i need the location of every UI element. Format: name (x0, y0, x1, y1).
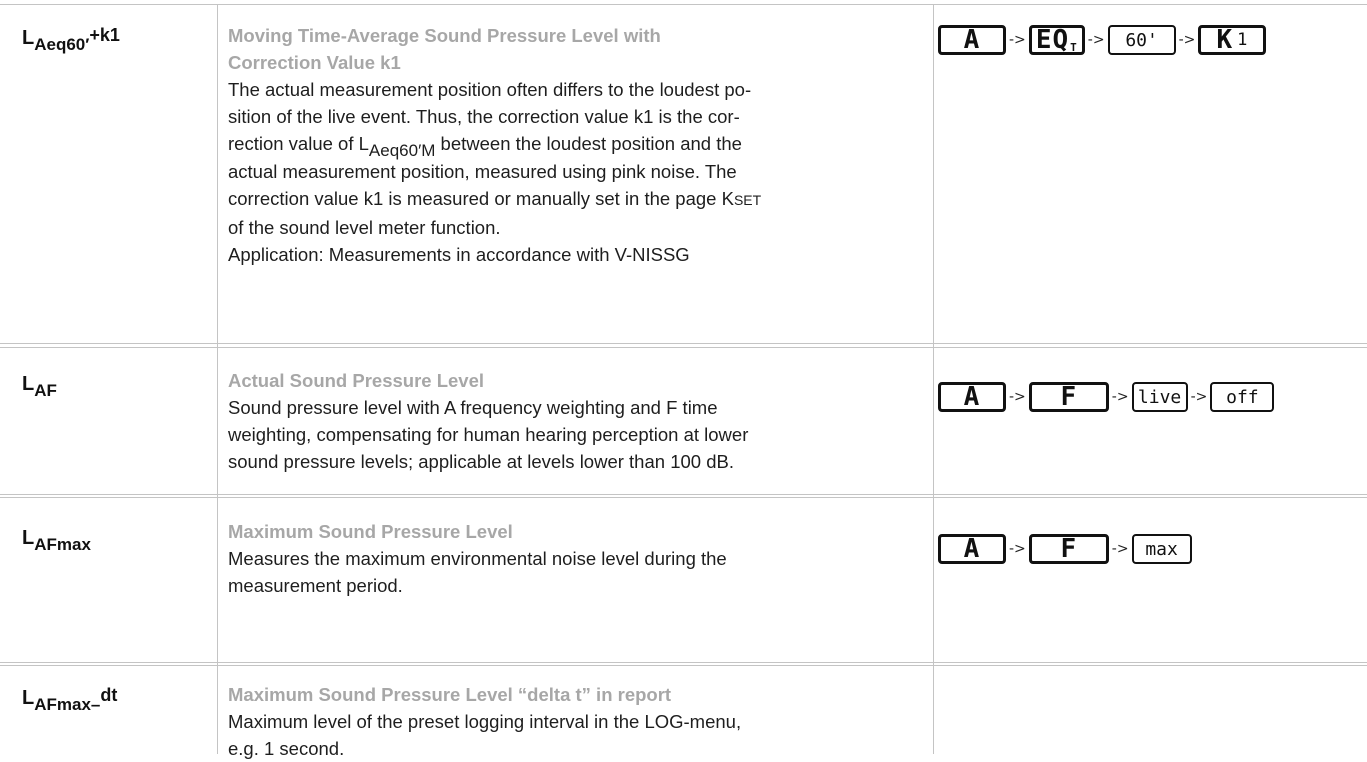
row-divider (0, 497, 1367, 498)
arrow-icon: -> (1111, 389, 1129, 405)
arrow-icon: -> (1009, 32, 1026, 48)
top-rule (0, 4, 1367, 5)
column-divider (217, 4, 218, 754)
description-title: Moving Time-Average Sound Pressure Level… (228, 25, 661, 73)
lcd-max-icon: max (1131, 534, 1192, 564)
description-laf: Actual Sound Pressure Level Sound pressu… (228, 367, 940, 475)
arrow-icon: -> (1009, 389, 1026, 405)
display-sequence: A -> EQ T -> 60' -> K1 (938, 25, 1267, 55)
description-laeq60-k1: Moving Time-Average Sound Pressure Level… (228, 22, 940, 268)
row-divider (0, 347, 1367, 348)
row-divider (0, 343, 1367, 344)
symbol-laf: LAF (22, 373, 57, 400)
display-sequence: A -> F -> max (938, 534, 1192, 564)
description-title: Maximum Sound Pressure Level “delta t” i… (228, 684, 672, 705)
lcd-live-icon: live (1131, 382, 1188, 412)
symbol-lafmax-dt: LAFmax–dt (22, 685, 118, 714)
row-divider (0, 494, 1367, 495)
row-divider (0, 665, 1367, 666)
description-body: The actual measurement position often di… (228, 79, 762, 265)
description-body: Sound pressure level with A frequency we… (228, 397, 749, 472)
lcd-eq-t-icon: EQ T (1028, 25, 1085, 55)
lcd-a-icon: A (938, 382, 1006, 412)
arrow-icon: -> (1111, 541, 1129, 557)
lcd-off-icon: off (1210, 382, 1275, 412)
arrow-icon: -> (1190, 389, 1208, 405)
description-title: Actual Sound Pressure Level (228, 370, 485, 391)
arrow-icon: -> (1087, 32, 1105, 48)
description-body: Measures the maximum environmental noise… (228, 548, 727, 596)
lcd-a-icon: A (938, 534, 1006, 564)
description-lafmax-dt: Maximum Sound Pressure Level “delta t” i… (228, 681, 940, 762)
lcd-60-icon: 60' (1107, 25, 1176, 55)
symbol-laeq60-k1: LAeq60′+k1 (22, 25, 120, 54)
lcd-a-icon: A (938, 25, 1006, 55)
arrow-icon: -> (1178, 32, 1196, 48)
row-divider (0, 662, 1367, 663)
arrow-icon: -> (1009, 541, 1026, 557)
symbol-lafmax: LAFmax (22, 527, 91, 554)
description-lafmax: Maximum Sound Pressure Level Measures th… (228, 518, 940, 599)
display-sequence: A -> F -> live -> off (938, 382, 1275, 412)
description-title: Maximum Sound Pressure Level (228, 521, 513, 542)
lcd-f-icon: F (1028, 534, 1109, 564)
lcd-f-icon: F (1028, 382, 1109, 412)
lcd-k1-icon: K1 (1198, 25, 1267, 55)
